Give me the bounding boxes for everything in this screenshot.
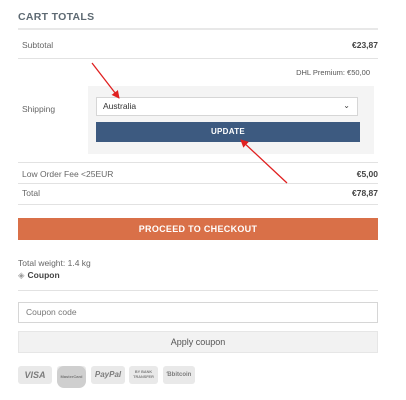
annotation-arrows: [91, 62, 288, 184]
annotation-arrow: [91, 62, 120, 99]
annotation-arrow: [240, 139, 288, 184]
